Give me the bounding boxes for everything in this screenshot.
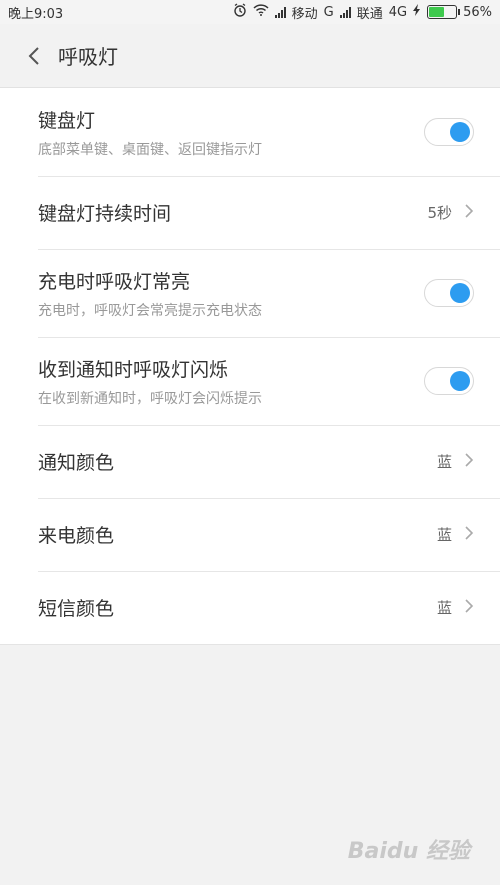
setting-text: 来电颜色 [38, 521, 114, 548]
setting-title: 充电时呼吸灯常亮 [38, 270, 191, 293]
status-bar: 晚上9:03 移动 G 联通 4G 56% [0, 0, 500, 24]
signal-icon [339, 6, 351, 18]
setting-title: 来电颜色 [38, 525, 115, 547]
battery-level [429, 7, 444, 17]
baidu-watermark-logo: Baidu 经验 [347, 839, 470, 864]
setting-title: 通知颜色 [38, 452, 115, 474]
setting-value: 蓝 [436, 453, 452, 471]
toggle-knob [450, 371, 470, 391]
setting-subtitle: 底部菜单键、桌面键、返回键指示灯 [38, 141, 262, 158]
charging-icon [413, 4, 421, 20]
setting-text: 收到通知时呼吸灯闪烁在收到新通知时，呼吸灯会闪烁提示 [38, 355, 262, 408]
status-time: 晚上9:03 [8, 6, 64, 22]
battery-percent: 56% [463, 4, 492, 20]
network-type-1: G [323, 4, 334, 20]
page-title: 呼吸灯 [58, 45, 118, 69]
setting-title: 键盘灯 [38, 109, 96, 132]
chevron-right-icon [464, 598, 474, 618]
setting-title: 短信颜色 [38, 598, 115, 620]
back-icon[interactable] [22, 44, 46, 68]
chevron-right-icon [464, 203, 474, 223]
setting-value: 5秒 [427, 204, 452, 222]
setting-row[interactable]: 通知颜色 蓝 [0, 425, 500, 498]
setting-value-wrap: 蓝 [437, 451, 474, 472]
signal-icon [274, 6, 286, 18]
toggle-knob [450, 122, 470, 142]
setting-text: 短信颜色 [38, 594, 114, 621]
toggle-knob [450, 283, 470, 303]
setting-title: 收到通知时呼吸灯闪烁 [38, 358, 229, 381]
setting-row[interactable]: 充电时呼吸灯常亮充电时，呼吸灯会常亮提示充电状态 [0, 249, 500, 337]
toggle-switch[interactable] [424, 367, 474, 395]
setting-value-wrap: 蓝 [437, 524, 474, 545]
setting-row[interactable]: 键盘灯底部菜单键、桌面键、返回键指示灯 [0, 88, 500, 176]
setting-text: 键盘灯持续时间 [38, 199, 171, 226]
setting-row[interactable]: 键盘灯持续时间 5秒 [0, 176, 500, 249]
toggle-switch[interactable] [424, 118, 474, 146]
battery-icon [427, 5, 461, 19]
setting-subtitle: 充电时，呼吸灯会常亮提示充电状态 [38, 302, 262, 319]
alarm-icon [233, 3, 247, 21]
setting-row[interactable]: 收到通知时呼吸灯闪烁在收到新通知时，呼吸灯会闪烁提示 [0, 337, 500, 425]
setting-value-wrap: 5秒 [427, 202, 474, 223]
setting-row[interactable]: 来电颜色 蓝 [0, 498, 500, 571]
setting-value-wrap: 蓝 [437, 597, 474, 618]
setting-text: 通知颜色 [38, 448, 114, 475]
chevron-right-icon [464, 525, 474, 545]
carrier-2: 联通 [356, 6, 383, 22]
status-icons: 移动 G 联通 4G 56% [233, 3, 492, 22]
settings-list: 键盘灯底部菜单键、桌面键、返回键指示灯键盘灯持续时间 5秒充电时呼吸灯常亮充电时，… [0, 88, 500, 645]
chevron-right-icon [464, 452, 474, 472]
setting-title: 键盘灯持续时间 [38, 203, 172, 225]
network-type-2: 4G [388, 4, 408, 20]
wifi-icon [253, 4, 269, 20]
setting-text: 键盘灯底部菜单键、桌面键、返回键指示灯 [38, 106, 262, 159]
setting-row[interactable]: 短信颜色 蓝 [0, 571, 500, 644]
setting-text: 充电时呼吸灯常亮充电时，呼吸灯会常亮提示充电状态 [38, 267, 262, 320]
carrier-1: 移动 [291, 6, 318, 22]
setting-value: 蓝 [436, 526, 452, 544]
header: 呼吸灯 [0, 24, 500, 88]
setting-value: 蓝 [436, 599, 452, 617]
toggle-switch[interactable] [424, 279, 474, 307]
setting-subtitle: 在收到新通知时，呼吸灯会闪烁提示 [38, 390, 262, 407]
